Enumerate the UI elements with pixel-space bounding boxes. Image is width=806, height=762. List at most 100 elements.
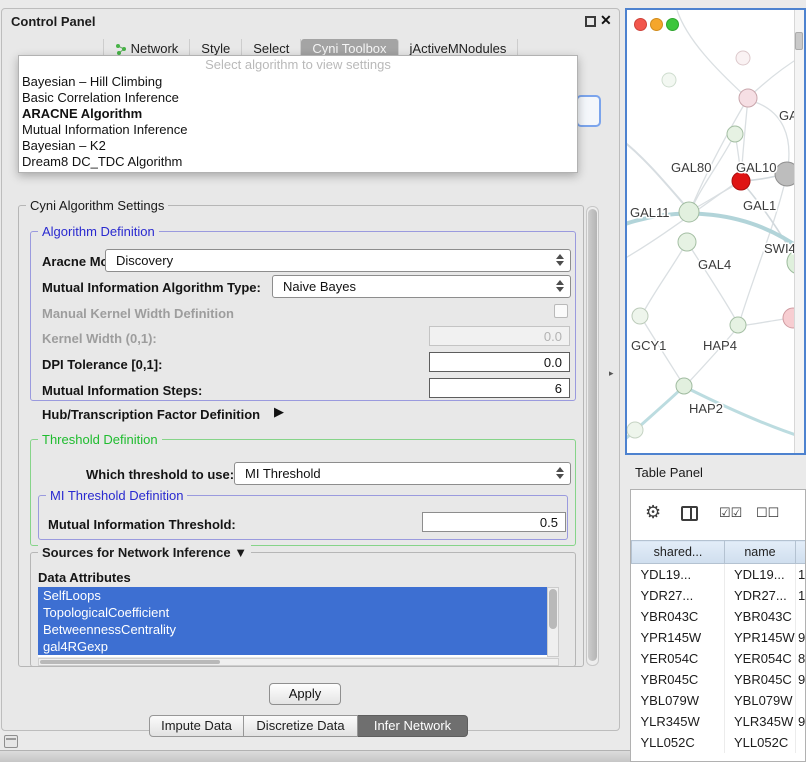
table-cell[interactable]: YDL19... — [632, 564, 725, 585]
attribute-list-vscrollbar[interactable] — [547, 587, 559, 657]
table-cell[interactable]: 8. — [796, 648, 806, 669]
network-node[interactable] — [739, 89, 757, 107]
table-cell[interactable]: 12 — [796, 585, 806, 606]
panel-toggle-icon[interactable] — [4, 735, 18, 748]
network-graph[interactable]: GAL7GAL80GAL10GAL11GAL1SWI4GAL4GCY1HAP4Y… — [627, 10, 804, 453]
column-header-partial[interactable] — [796, 541, 806, 564]
table-cell[interactable]: YDR27... — [632, 585, 725, 606]
table-cell[interactable]: YBR045C — [632, 669, 725, 690]
unchecked-boxes-icon[interactable]: ☐☐ — [756, 505, 779, 521]
table-row[interactable]: YDL19...YDL19...13 — [632, 564, 806, 585]
table-cell[interactable]: YLL052C — [632, 732, 725, 753]
table-cell[interactable]: YDL19... — [725, 564, 796, 585]
network-node[interactable] — [679, 202, 699, 222]
mi-steps-field[interactable]: 6 — [429, 378, 570, 398]
network-node[interactable] — [678, 233, 696, 251]
aracne-mode-value: Discovery — [116, 253, 173, 268]
column-header-shared-name[interactable]: shared... — [632, 541, 725, 564]
network-node[interactable] — [632, 308, 648, 324]
apply-button[interactable]: Apply — [269, 683, 341, 705]
algorithm-option[interactable]: Bayesian – K2 — [19, 138, 577, 154]
zoom-traffic-light-icon[interactable] — [666, 18, 679, 31]
algorithm-option[interactable]: ARACNE Algorithm — [19, 106, 577, 122]
network-node[interactable] — [730, 317, 746, 333]
column-header-name[interactable]: name — [725, 541, 796, 564]
algorithm-option[interactable]: Dream8 DC_TDC Algorithm — [19, 154, 577, 170]
which-threshold-select[interactable]: MI Threshold — [234, 462, 571, 485]
kernel-width-field[interactable]: 0.0 — [429, 326, 570, 346]
table-cell[interactable]: YER054C — [632, 648, 725, 669]
table-cell[interactable]: YBL079W — [725, 690, 796, 711]
table-row[interactable]: YLL052CYLL052C — [632, 732, 806, 753]
table-cell[interactable]: YBR045C — [725, 669, 796, 690]
algorithm-option[interactable]: Mutual Information Inference — [19, 122, 577, 138]
dpi-tolerance-field[interactable]: 0.0 — [429, 352, 570, 372]
attribute-item[interactable]: SelfLoops — [38, 587, 547, 604]
table-row[interactable]: YBR043CYBR043C — [632, 606, 806, 627]
expand-arrow-icon[interactable]: ▶ — [274, 404, 284, 420]
scrollbar-thumb[interactable] — [549, 589, 557, 629]
refresh-button[interactable] — [576, 95, 601, 127]
attribute-list-hscrollbar[interactable] — [38, 658, 559, 666]
mi-type-select[interactable]: Naive Bayes — [272, 275, 571, 298]
aracne-mode-select[interactable]: Discovery — [105, 249, 571, 272]
tab-discretize-data[interactable]: Discretize Data — [244, 715, 358, 737]
tab-impute-data[interactable]: Impute Data — [149, 715, 244, 737]
table-cell[interactable]: 9. — [796, 711, 806, 732]
table-cell[interactable]: YBR043C — [725, 606, 796, 627]
table-row[interactable]: YBL079WYBL079W — [632, 690, 806, 711]
table-cell[interactable]: YLR345W — [725, 711, 796, 732]
network-vscrollbar[interactable] — [794, 10, 804, 453]
table-cell[interactable] — [796, 732, 806, 753]
network-node-label: GCY1 — [631, 338, 666, 353]
manual-kernel-label: Manual Kernel Width Definition — [42, 306, 234, 321]
table-cell[interactable] — [796, 690, 806, 711]
tab-infer-network[interactable]: Infer Network — [358, 715, 468, 737]
network-node[interactable] — [727, 126, 743, 142]
table-cell[interactable]: YLL052C — [725, 732, 796, 753]
scrollbar-thumb[interactable] — [795, 32, 803, 50]
attribute-item[interactable]: gal4RGexp — [38, 638, 547, 655]
table-cell[interactable]: YER054C — [725, 648, 796, 669]
table-cell[interactable]: YBR043C — [632, 606, 725, 627]
settings-scrollbar[interactable] — [586, 206, 599, 666]
network-node[interactable] — [627, 422, 643, 438]
close-traffic-light-icon[interactable] — [634, 18, 647, 31]
table-cell[interactable]: YPR145W — [725, 627, 796, 648]
network-node[interactable] — [736, 51, 750, 65]
float-window-icon[interactable] — [585, 16, 596, 27]
settings-gear-icon[interactable]: ⚙ — [645, 502, 661, 523]
attribute-list[interactable]: SelfLoopsTopologicalCoefficientBetweenne… — [38, 587, 547, 657]
manual-kernel-checkbox[interactable] — [554, 304, 568, 318]
table-cell[interactable]: YBL079W — [632, 690, 725, 711]
table-cell[interactable]: YDR27... — [725, 585, 796, 606]
table-row[interactable]: YDR27...YDR27...12 — [632, 585, 806, 606]
table-cell[interactable]: 13 — [796, 564, 806, 585]
splitter-arrow-icon[interactable]: ▸ — [609, 368, 614, 379]
scrollbar-thumb[interactable] — [40, 660, 220, 664]
mi-threshold-field[interactable]: 0.5 — [422, 512, 566, 532]
table-row[interactable]: YER054CYER054C8. — [632, 648, 806, 669]
checked-boxes-icon[interactable]: ☑☑ — [719, 505, 742, 521]
column-selector-icon[interactable] — [681, 506, 698, 521]
network-node[interactable] — [676, 378, 692, 394]
table-cell[interactable]: 9. — [796, 627, 806, 648]
table-row[interactable]: YBR045CYBR045C9. — [632, 669, 806, 690]
bottom-tab-bar: Impute Data Discretize Data Infer Networ… — [149, 715, 468, 737]
table-cell[interactable] — [796, 606, 806, 627]
collapse-arrow-icon[interactable]: ▼ — [234, 545, 247, 560]
close-icon[interactable]: ✕ — [600, 12, 612, 29]
network-view-window[interactable]: GAL7GAL80GAL10GAL11GAL1SWI4GAL4GCY1HAP4Y… — [625, 8, 806, 455]
table-cell[interactable]: 9. — [796, 669, 806, 690]
table-row[interactable]: YLR345WYLR345W9. — [632, 711, 806, 732]
network-node[interactable] — [662, 73, 676, 87]
attribute-item[interactable]: BetweennessCentrality — [38, 621, 547, 638]
table-cell[interactable]: YLR345W — [632, 711, 725, 732]
scrollbar-thumb[interactable] — [588, 209, 597, 661]
table-row[interactable]: YPR145WYPR145W9. — [632, 627, 806, 648]
minimize-traffic-light-icon[interactable] — [650, 18, 663, 31]
algorithm-option[interactable]: Basic Correlation Inference — [19, 90, 577, 106]
algorithm-option[interactable]: Bayesian – Hill Climbing — [19, 74, 577, 90]
table-cell[interactable]: YPR145W — [632, 627, 725, 648]
attribute-item[interactable]: TopologicalCoefficient — [38, 604, 547, 621]
